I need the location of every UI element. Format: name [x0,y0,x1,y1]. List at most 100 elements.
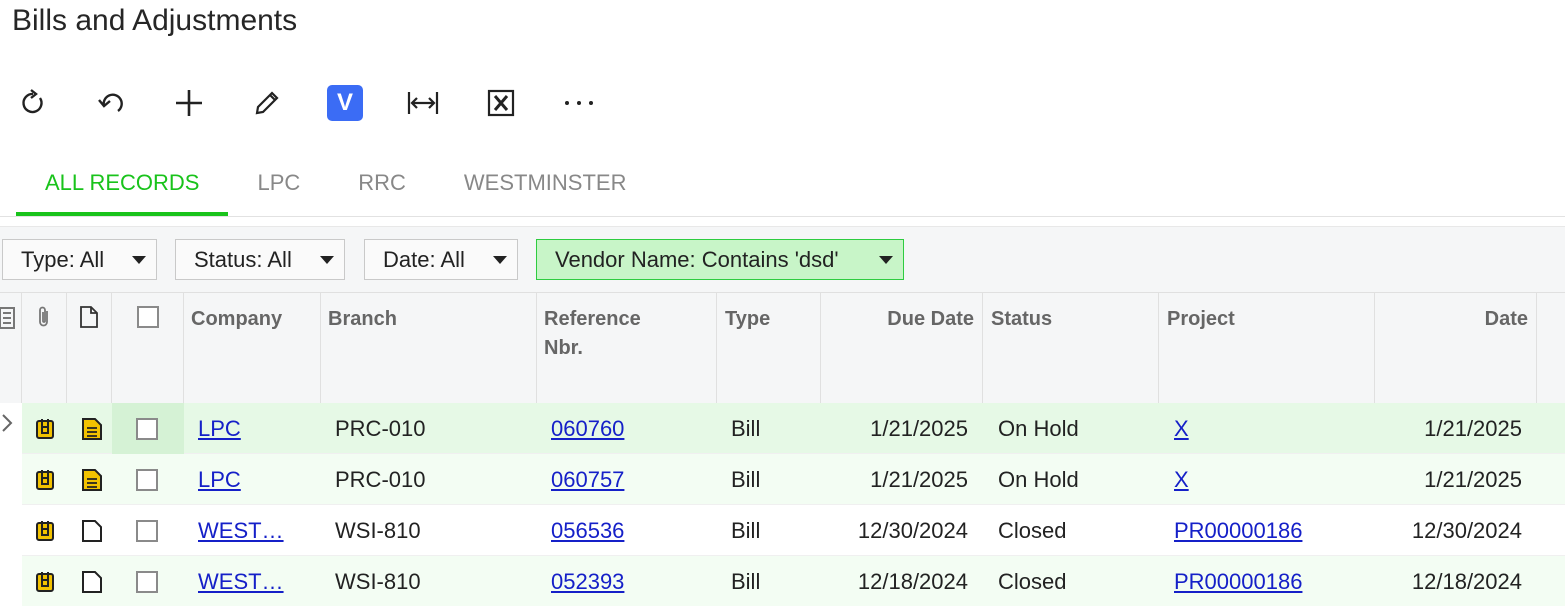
notes-header[interactable] [67,293,112,404]
empty-note-icon[interactable] [81,556,103,606]
project-cell: X [1174,454,1189,505]
export-excel-button[interactable] [478,80,524,126]
row-indicator [0,556,22,606]
column-project-label: Project [1167,308,1235,330]
date-cell: 12/18/2024 [1411,568,1522,594]
file-icon[interactable] [35,505,55,556]
filter-bar: Type: All Status: All Date: All Vendor N… [0,226,1565,292]
column-project[interactable]: Project [1159,293,1375,404]
tabs-divider [0,216,1565,217]
reference-link[interactable]: 060760 [551,416,624,442]
company-link[interactable]: WEST… [198,569,284,595]
file-icon[interactable] [35,454,55,505]
column-status-label: Status [991,308,1053,330]
note-icon[interactable] [81,403,103,454]
status-cell: Closed [998,517,1067,543]
column-company[interactable]: Company [184,293,321,404]
row-checkbox[interactable] [136,570,158,593]
column-date[interactable]: Date [1375,293,1537,404]
excel-icon [487,89,515,117]
edit-icon [255,91,279,115]
tab-bar: ALL RECORDS LPC RRC WESTMINSTER [16,158,655,216]
reference-link[interactable]: 056536 [551,518,624,544]
fit-width-button[interactable] [400,80,446,126]
attachments-header[interactable] [22,293,67,404]
project-cell: PR00000186 [1174,556,1302,606]
note-icon [80,306,98,328]
project-link[interactable]: X [1174,416,1189,442]
row-indicator [0,403,22,454]
tab-lpc[interactable]: LPC [228,158,329,216]
row-checkbox[interactable] [136,468,158,491]
column-branch[interactable]: Branch [321,293,537,404]
tab-westminster[interactable]: WESTMINSTER [435,158,656,216]
status-cell: On Hold [998,466,1079,492]
refresh-icon [22,89,43,114]
row-checkbox[interactable] [136,417,158,440]
row-indicator [0,505,22,556]
column-due-date[interactable]: Due Date [821,293,983,404]
branch-cell: PRC-010 [335,466,426,492]
table-row[interactable]: LPC PRC-010 060757 Bill 1/21/2025 On Hol… [0,454,1565,505]
project-link[interactable]: X [1174,467,1189,493]
column-due-date-label: Due Date [887,308,974,330]
add-button[interactable] [166,80,212,126]
empty-note-icon[interactable] [81,505,103,556]
column-reference-nbr[interactable]: Reference Nbr. [537,293,717,404]
column-branch-label: Branch [328,308,397,330]
undo-button[interactable] [88,80,134,126]
type-cell: Bill [731,517,761,543]
more-icon [565,101,593,105]
row-indicator [0,454,22,505]
column-type-label: Type [725,308,771,330]
more-button[interactable] [556,80,602,126]
row-checkbox[interactable] [136,519,158,542]
due-date-cell: 12/30/2024 [857,517,968,543]
company-link[interactable]: LPC [198,416,241,442]
tab-all-records[interactable]: ALL RECORDS [16,158,229,216]
project-cell: PR00000186 [1174,505,1302,556]
edit-button[interactable] [244,80,290,126]
column-status[interactable]: Status [983,293,1159,404]
project-cell: X [1174,403,1189,454]
chevron-right-icon [2,414,13,432]
status-filter[interactable]: Status: All [175,239,345,280]
note-icon[interactable] [81,454,103,505]
column-reference-label-2: Nbr. [544,337,583,359]
project-link[interactable]: PR00000186 [1174,518,1302,544]
file-icon[interactable] [35,403,55,454]
page-title: Bills and Adjustments [12,4,298,37]
file-icon[interactable] [35,556,55,606]
paperclip-icon [39,306,48,327]
column-type[interactable]: Type [717,293,821,404]
reference-cell: 060757 [551,454,624,505]
type-filter-label: Type: All [21,246,105,272]
select-all-checkbox[interactable] [137,306,159,328]
due-date-cell: 12/18/2024 [857,568,968,594]
vendor-name-filter[interactable]: Vendor Name: Contains 'dsd' [536,239,904,280]
column-settings-header[interactable] [0,293,22,404]
company-link[interactable]: WEST… [198,518,284,544]
company-link[interactable]: LPC [198,467,241,493]
table-row[interactable]: WEST… WSI-810 052393 Bill 12/18/2024 Clo… [0,556,1565,606]
project-link[interactable]: PR00000186 [1174,569,1302,595]
reference-link[interactable]: 060757 [551,467,624,493]
chevron-down-icon [879,256,893,264]
refresh-button[interactable] [10,80,56,126]
type-cell: Bill [731,466,761,492]
date-filter-label: Date: All [383,246,465,272]
tab-rrc[interactable]: RRC [329,158,435,216]
type-filter[interactable]: Type: All [2,239,157,280]
reference-link[interactable]: 052393 [551,569,624,595]
add-icon [176,90,202,116]
v-button[interactable]: V [322,80,368,126]
chevron-down-icon [493,256,507,264]
date-cell: 12/30/2024 [1411,517,1522,543]
date-cell: 1/21/2025 [1424,466,1522,492]
table-row[interactable]: LPC PRC-010 060760 Bill 1/21/2025 On Hol… [0,403,1565,454]
table-row[interactable]: WEST… WSI-810 056536 Bill 12/30/2024 Clo… [0,505,1565,556]
company-cell: LPC [198,454,241,505]
branch-cell: PRC-010 [335,415,426,441]
date-filter[interactable]: Date: All [364,239,518,280]
column-settings-icon [0,307,15,329]
